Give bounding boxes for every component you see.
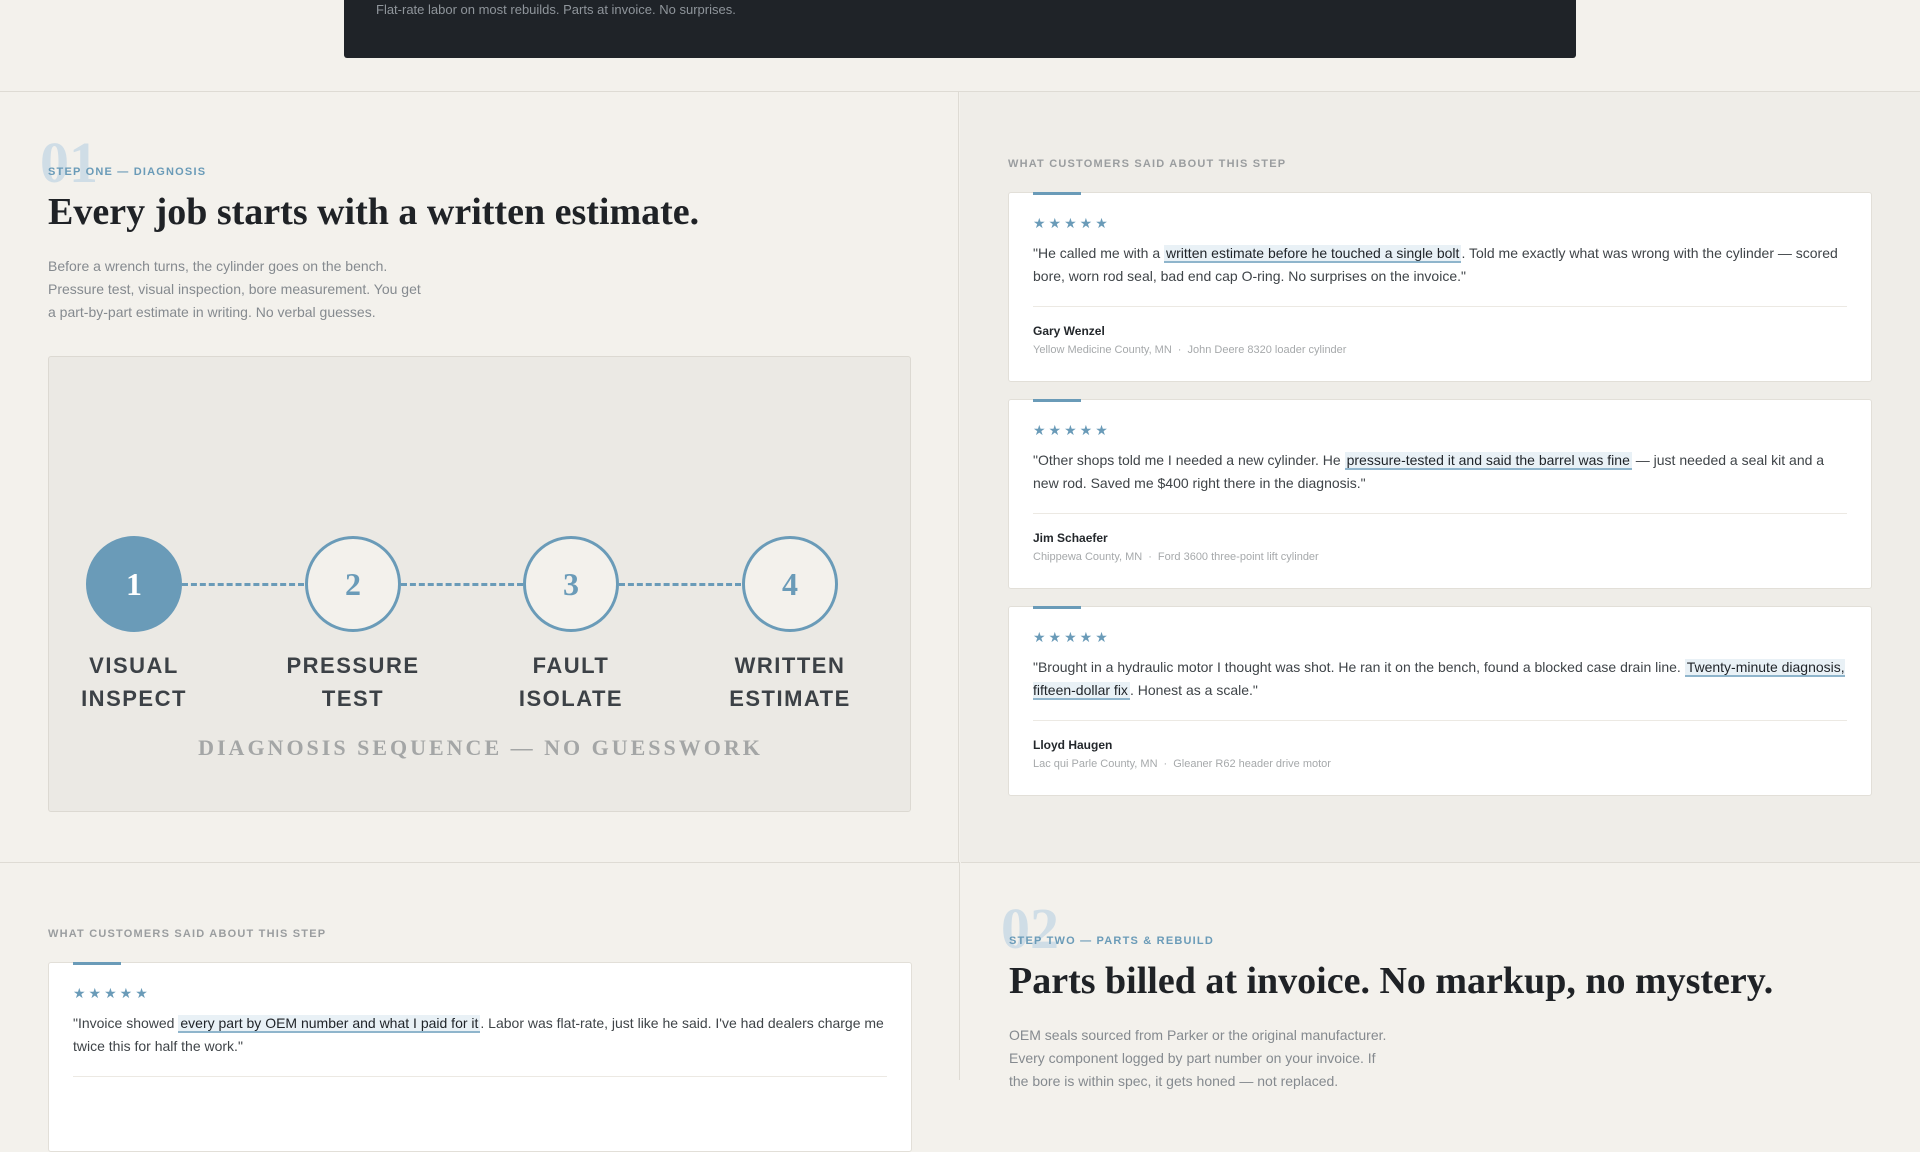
diagram-step-pressure-test: 2 — [305, 536, 401, 632]
reviews-section-label: WHAT CUSTOMERS SAID ABOUT THIS STEP — [48, 928, 327, 940]
review-highlight: every part by OEM number and what I paid… — [178, 1015, 481, 1033]
step-number: 01 — [40, 130, 98, 195]
review-quote: "He called me with a written estimate be… — [1033, 245, 1838, 284]
review-card: ★★★★★ "He called me with a written estim… — [1008, 192, 1872, 382]
step-description: Before a wrench turns, the cylinder goes… — [48, 258, 421, 320]
step-eyebrow: STEP TWO — PARTS & REBUILD — [1009, 935, 1214, 947]
diagram-step-label: FAULT ISOLATE — [518, 653, 624, 711]
reviews-section-label: WHAT CUSTOMERS SAID ABOUT THIS STEP — [1008, 158, 1287, 170]
diagram-step-visual-inspect: 1 — [86, 536, 182, 632]
step-one-reviews-section: WHAT CUSTOMERS SAID ABOUT THIS STEP ★★★★… — [960, 92, 1920, 862]
star-icon: ★★★★★ — [1033, 215, 1111, 231]
card-divider — [1033, 306, 1847, 307]
reviewer-name: Gary Wenzel — [1033, 324, 1105, 338]
diagram-step-label: VISUAL INSPECT — [81, 653, 187, 711]
card-accent-bar — [1033, 606, 1081, 609]
star-icon: ★★★★★ — [1033, 629, 1111, 645]
star-icon: ★★★★★ — [1033, 422, 1111, 438]
review-quote: "Brought in a hydraulic motor I thought … — [1033, 659, 1845, 700]
step-title: Parts billed at invoice. No markup, no m… — [1009, 960, 1774, 1002]
review-highlight: pressure-tested it and said the barrel w… — [1344, 452, 1632, 470]
card-divider — [73, 1076, 887, 1077]
diagram-step-label: WRITTEN ESTIMATE — [729, 653, 851, 711]
review-quote: "Invoice showed every part by OEM number… — [73, 1015, 884, 1054]
diagram-connector — [401, 583, 523, 586]
step-two-reviews-section: WHAT CUSTOMERS SAID ABOUT THIS STEP ★★★★… — [0, 862, 960, 1152]
review-highlight: written estimate before he touched a sin… — [1164, 245, 1462, 263]
step-number: 02 — [1001, 896, 1059, 961]
diagram-step-written-estimate: 4 — [742, 536, 838, 632]
step-eyebrow: STEP ONE — DIAGNOSIS — [48, 166, 207, 178]
banner-tagline: Flat-rate labor on most rebuilds. Parts … — [376, 2, 736, 17]
step-description: OEM seals sourced from Parker or the ori… — [1009, 1027, 1387, 1089]
step-two-section: 02 STEP TWO — PARTS & REBUILD Parts bill… — [961, 862, 1920, 1089]
step-one-section: 01 STEP ONE — DIAGNOSIS Every job starts… — [0, 92, 959, 862]
reviewer-name: Lloyd Haugen — [1033, 738, 1113, 752]
review-card: ★★★★★ "Invoice showed every part by OEM … — [48, 962, 912, 1152]
reviewer-name: Jim Schaefer — [1033, 531, 1108, 545]
diagram-step-fault-isolate: 3 — [523, 536, 619, 632]
diagram-connector — [619, 583, 741, 586]
card-divider — [1033, 720, 1847, 721]
diagram-connector — [182, 583, 304, 586]
reviewer-meta: Yellow Medicine County, MN · John Deere 83… — [1033, 344, 1347, 356]
card-accent-bar — [1033, 399, 1081, 402]
star-icon: ★★★★★ — [73, 985, 151, 1001]
diagnosis-sequence-diagram: 1 2 3 4 VISUAL INSPECT PRESSURE TEST FAU… — [48, 356, 911, 812]
diagram-caption: DIAGNOSIS SEQUENCE — NO GUESSWORK — [198, 735, 763, 760]
step-title: Every job starts with a written estimate… — [48, 191, 700, 233]
card-divider — [1033, 513, 1847, 514]
reviewer-meta: Chippewa County, MN · Ford 3600 three-poin… — [1033, 551, 1319, 563]
card-accent-bar — [1033, 192, 1081, 195]
review-card: ★★★★★ "Brought in a hydraulic motor I th… — [1008, 606, 1872, 796]
reviewer-meta: Lac qui Parle County, MN · Gleaner R62 hea… — [1033, 758, 1331, 770]
review-card: ★★★★★ "Other shops told me I needed a ne… — [1008, 399, 1872, 589]
top-strip: Flat-rate labor on most rebuilds. Parts … — [0, 0, 1920, 92]
card-accent-bar — [73, 962, 121, 965]
diagram-step-label: PRESSURE TEST — [286, 653, 420, 711]
review-quote: "Other shops told me I needed a new cyli… — [1033, 452, 1825, 491]
pricing-banner: Flat-rate labor on most rebuilds. Parts … — [344, 0, 1576, 58]
